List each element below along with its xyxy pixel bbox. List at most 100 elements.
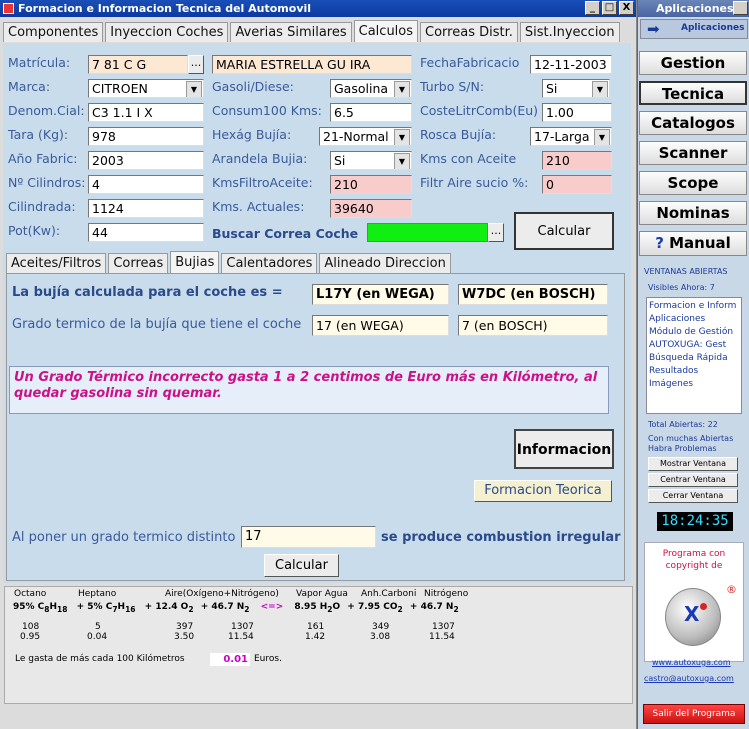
mostrar-ventana-button[interactable]: Mostrar Ventana	[648, 457, 738, 471]
side-close-button[interactable]	[733, 1, 748, 15]
list-item[interactable]: Formacion e Inform	[649, 300, 739, 313]
header-anh-carbonico: Anh.Carboni	[361, 589, 417, 599]
grado-bosch-field[interactable]: 7 (en BOSCH)	[458, 315, 608, 336]
potencia-label: Pot(Kw):	[8, 223, 61, 238]
scanner-button[interactable]: Scanner	[639, 141, 747, 165]
aplicaciones-window: Aplicaciones ➡ Aplicaciones Gestion Tecn…	[637, 0, 749, 729]
matricula-browse-button[interactable]: ...	[188, 55, 204, 74]
open-windows-list[interactable]: Formacion e Inform Aplicaciones Módulo d…	[646, 297, 742, 414]
list-item[interactable]: Búsqueda Rápida	[649, 352, 739, 365]
row1-octano: 108	[22, 622, 40, 632]
subtab-alineado[interactable]: Alineado Direccion	[319, 253, 451, 273]
poner-grado-field[interactable]: 17	[241, 526, 376, 548]
bujia-wega-field[interactable]: L17Y (en WEGA)	[312, 284, 449, 305]
email-link[interactable]: castro@autoxuga.com	[644, 674, 734, 683]
row2-nitrogeno-out: 11.54	[429, 632, 455, 642]
anio-field[interactable]: 2003	[88, 151, 204, 170]
cerrar-ventana-button[interactable]: Cerrar Ventana	[648, 489, 738, 503]
row2-heptano: 0.04	[87, 632, 108, 642]
tecnica-button[interactable]: Tecnica	[639, 81, 747, 105]
app-icon	[3, 3, 14, 14]
manual-button[interactable]: ? Manual	[639, 231, 747, 256]
tab-averias-similares[interactable]: Averias Similares	[230, 22, 352, 42]
formacion-teorica-button[interactable]: Formacion Teorica	[474, 480, 612, 502]
website-link[interactable]: www.autoxuga.com	[652, 658, 731, 667]
gestion-button[interactable]: Gestion	[639, 51, 747, 75]
calcular-main-button[interactable]: Calcular	[514, 212, 614, 250]
hexag-select[interactable]: 21-Normal	[319, 127, 412, 146]
denom-field[interactable]: C3 1.1 I X	[88, 103, 204, 122]
informacion-button[interactable]: Informacion	[514, 429, 614, 469]
arandela-select[interactable]: Si	[330, 151, 412, 170]
copyright-text: Programa con copyright de	[662, 549, 726, 571]
consumo-field[interactable]: 6.5	[330, 103, 412, 122]
nominas-button[interactable]: Nominas	[639, 201, 747, 225]
tara-field[interactable]: 978	[88, 127, 204, 146]
potencia-field[interactable]: 44	[88, 223, 204, 242]
matricula-field[interactable]: 7 81 C G	[88, 55, 188, 74]
scope-button[interactable]: Scope	[639, 171, 747, 195]
copyright-box: Programa con copyright de X ®	[644, 542, 744, 662]
kms-filtro-field[interactable]: 210	[330, 175, 412, 194]
eq-nitrogeno-out: + 46.7 N2	[409, 602, 459, 614]
warning-box: Un Grado Térmico incorrecto gasta 1 a 2 …	[9, 366, 609, 414]
tab-inyeccion-coches[interactable]: Inyeccion Coches	[105, 22, 229, 42]
fecha-label: FechaFabricacio	[420, 55, 520, 70]
row1-co2: 349	[372, 622, 390, 632]
kms-actuales-label: Kms. Actuales:	[212, 199, 305, 214]
total-abiertas-label: Total Abiertas: 22	[648, 420, 718, 429]
visibles-label: Visibles Ahora: 7	[648, 283, 715, 292]
subtab-correas[interactable]: Correas	[108, 253, 169, 273]
kms-aceite-field[interactable]: 210	[542, 151, 612, 170]
cilindros-field[interactable]: 4	[88, 175, 204, 194]
filtro-aire-field[interactable]: 0	[542, 175, 612, 194]
list-item[interactable]: Módulo de Gestión	[649, 326, 739, 339]
buscar-correa-field[interactable]	[367, 223, 488, 242]
tab-componentes[interactable]: Componentes	[3, 22, 104, 42]
buscar-correa-browse-button[interactable]: ...	[488, 223, 504, 242]
catalogos-button[interactable]: Catalogos	[639, 111, 747, 135]
fecha-field[interactable]: 12-11-2003	[530, 55, 612, 74]
turbo-select[interactable]: Si	[542, 79, 610, 98]
eq-heptano: + 5% C7H16	[76, 602, 136, 614]
minimize-button[interactable]: _	[585, 1, 600, 15]
aplicaciones-header-label: Aplicaciones	[681, 23, 745, 33]
gasoli-select[interactable]: Gasolina	[330, 79, 412, 98]
bujia-bosch-field[interactable]: W7DC (en BOSCH)	[458, 284, 608, 305]
arrow-right-icon: ➡	[647, 20, 660, 38]
tab-correas-distr[interactable]: Correas Distr.	[420, 22, 518, 42]
marca-select[interactable]: CITROEN	[88, 79, 204, 98]
row1-oxigeno: 397	[176, 622, 194, 632]
coste-field[interactable]: 1.00	[542, 103, 612, 122]
cilindrada-field[interactable]: 1124	[88, 199, 204, 218]
autoxuga-logo: X	[665, 588, 721, 646]
sub-tabs: Aceites/Filtros Correas Bujias Calentado…	[6, 251, 451, 273]
clock: 18:24:35	[657, 512, 733, 531]
subtab-aceites-filtros[interactable]: Aceites/Filtros	[6, 253, 107, 273]
close-button[interactable]: X	[619, 1, 634, 15]
owner-field[interactable]: MARIA ESTRELLA GU IRA	[212, 55, 412, 74]
grado-wega-field[interactable]: 17 (en WEGA)	[312, 315, 449, 336]
row2-nitrogeno-in: 11.54	[228, 632, 254, 642]
centrar-ventana-button[interactable]: Centrar Ventana	[648, 473, 738, 487]
anio-label: Año Fabric:	[8, 151, 78, 166]
subtab-bujias[interactable]: Bujias	[170, 251, 220, 273]
salir-button[interactable]: Salir del Programa	[643, 704, 745, 724]
tara-label: Tara (Kg):	[8, 127, 69, 142]
list-item[interactable]: Aplicaciones	[649, 313, 739, 326]
list-item[interactable]: Imágenes	[649, 378, 739, 391]
tab-calculos[interactable]: Calculos	[353, 20, 419, 42]
kms-actuales-field[interactable]: 39640	[330, 199, 412, 218]
registered-mark: ®	[726, 583, 737, 596]
kms-filtro-label: KmsFiltroAceite:	[212, 175, 313, 190]
list-item[interactable]: Resultados	[649, 365, 739, 378]
list-item[interactable]: AUTOXUGA: Gest	[649, 339, 739, 352]
calcular-bujia-button[interactable]: Calcular	[264, 554, 339, 577]
cilindros-label: Nº Cilindros:	[8, 175, 86, 190]
tab-sist-inyeccion[interactable]: Sist.Inyeccion	[519, 22, 620, 42]
header-heptano: Heptano	[78, 589, 117, 599]
subtab-calentadores[interactable]: Calentadores	[221, 253, 318, 273]
header-aire: Aire(Oxígeno+Nitrógeno)	[165, 589, 279, 599]
maximize-button[interactable]: □	[602, 1, 617, 15]
rosca-select[interactable]: 17-Larga	[530, 127, 612, 146]
